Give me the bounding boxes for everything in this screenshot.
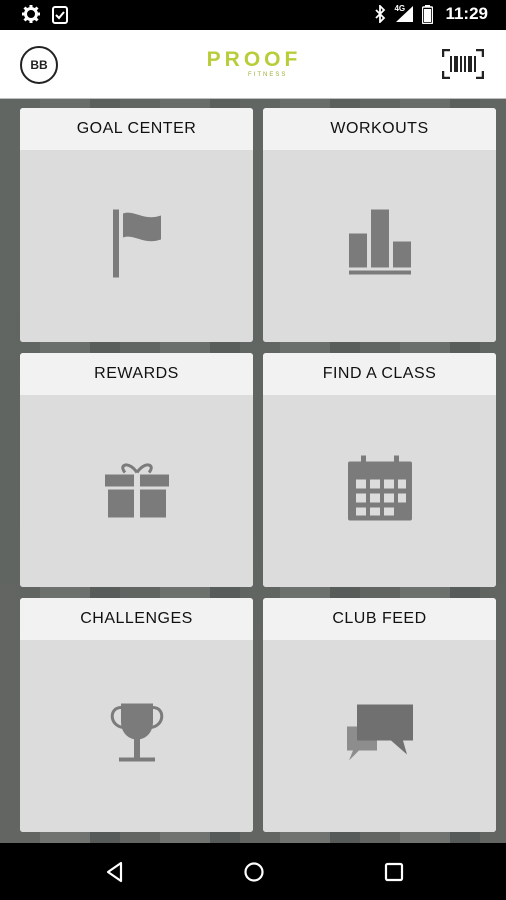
battery-icon [422,4,434,24]
clock: 11:29 [445,4,488,23]
home-icon[interactable] [243,861,265,883]
barcode-button[interactable] [441,48,485,80]
tile-title: REWARDS [20,353,253,395]
avatar[interactable]: BB [20,46,58,84]
bar-chart-icon [347,209,413,283]
tile-title: CLUB FEED [263,598,496,640]
gear-icon [22,5,40,24]
gift-icon [104,459,170,524]
barcode-icon [441,48,485,83]
chat-bubbles-icon [345,703,415,770]
status-bar: 4G 11:29 [0,0,506,30]
tile-title: CHALLENGES [20,598,253,640]
tile-title: GOAL CENTER [20,108,253,150]
tile-title: FIND A CLASS [263,353,496,395]
trophy-icon [105,702,169,771]
tile-goal-center[interactable]: GOAL CENTER [20,108,253,342]
signal-icon: 4G [394,4,414,23]
tile-body [263,150,496,342]
brand-logo: PROOF FITNESS [196,48,312,78]
logo-subtext: FITNESS [248,72,288,78]
recents-icon[interactable] [383,861,405,883]
tile-club-feed[interactable]: CLUB FEED [263,598,496,832]
bluetooth-icon [374,5,386,23]
navigation-bar [0,843,506,900]
flag-icon [111,209,163,283]
tile-body [263,640,496,832]
tile-workouts[interactable]: WORKOUTS [263,108,496,342]
avatar-initials: BB [30,58,48,72]
tile-body [20,640,253,832]
app-header: BB PROOF FITNESS [0,30,506,99]
tile-challenges[interactable]: CHALLENGES [20,598,253,832]
tile-body [263,395,496,587]
tile-rewards[interactable]: REWARDS [20,353,253,587]
tile-body [20,150,253,342]
logo-text: PROOF [206,48,302,71]
clipboard-check-icon [52,5,68,24]
tile-find-a-class[interactable]: FIND A CLASS [263,353,496,587]
tile-body [20,395,253,587]
back-icon[interactable] [104,861,126,883]
calendar-icon [347,455,413,527]
network-type: 4G [394,4,406,13]
tile-title: WORKOUTS [263,108,496,150]
